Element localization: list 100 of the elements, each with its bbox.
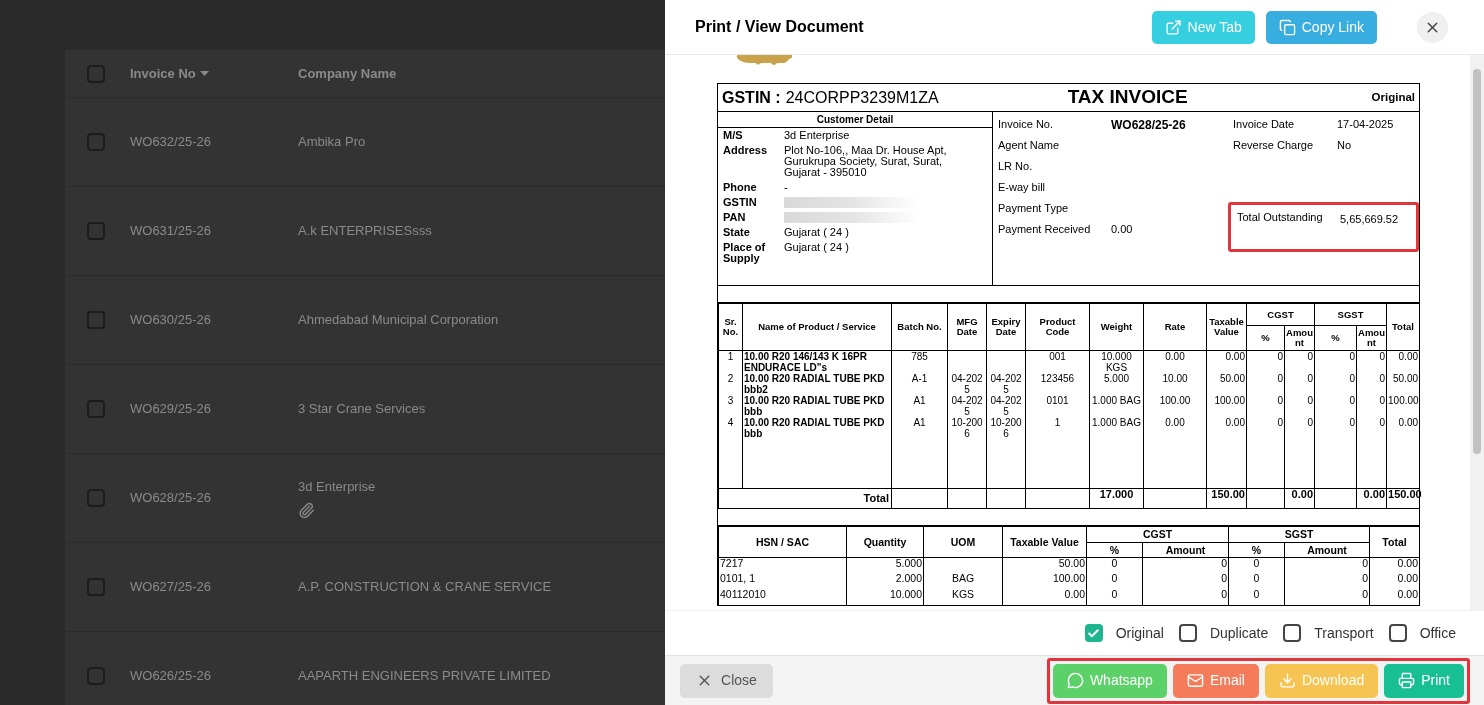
- invoice-number: WO631/25-26: [130, 222, 212, 241]
- table-cell: 0: [1246, 417, 1285, 439]
- column-header: %: [1228, 542, 1285, 557]
- table-cell: 0: [1228, 573, 1285, 589]
- column-header: Amount: [1142, 542, 1229, 557]
- table-cell: 40112010: [718, 589, 847, 605]
- column-header: MFG Date: [947, 303, 987, 351]
- column-header: Name of Product / Service: [742, 303, 892, 351]
- table-cell: 04-2025: [986, 373, 1026, 395]
- print-icon: [1398, 672, 1416, 689]
- mail-icon: [1186, 672, 1204, 689]
- field-label: GSTIN: [723, 197, 758, 208]
- table-cell: A1: [891, 417, 948, 439]
- checkbox-label[interactable]: Original: [1115, 622, 1164, 644]
- close-button[interactable]: Close: [680, 663, 773, 698]
- table-cell: 0: [1356, 395, 1387, 417]
- column-header: Product Code: [1025, 303, 1090, 351]
- checkbox-label[interactable]: Office: [1419, 622, 1456, 644]
- field-value: Gujarat ( 24 ): [784, 242, 850, 255]
- checkbox-label[interactable]: Duplicate: [1209, 622, 1269, 644]
- field-value: Plot No-106,, Maa Dr. House Apt, Gurukrupa Society, Surat, Surat, Gujarat - 395010: [784, 145, 948, 178]
- checkbox[interactable]: [1084, 624, 1103, 642]
- checkbox[interactable]: [1283, 624, 1302, 642]
- table-cell: 1: [1025, 417, 1090, 439]
- table-cell: 50.00: [1002, 557, 1087, 573]
- field-value: WO628/25-26: [1111, 117, 1186, 134]
- column-header: Rate: [1143, 303, 1207, 351]
- table-cell: KGS: [923, 589, 1003, 605]
- table-cell: 0.00: [1284, 488, 1315, 508]
- table-cell: 0: [1086, 557, 1143, 573]
- checkbox[interactable]: [1178, 624, 1197, 642]
- table-cell: 5.000: [1089, 373, 1144, 395]
- table-cell: 785: [891, 350, 948, 373]
- column-header: SGST: [1228, 526, 1370, 542]
- company-name: AAPARTH ENGINEERS PRIVATE LIMITED: [298, 667, 551, 686]
- column-header: Weight: [1089, 303, 1144, 351]
- table-cell: 50.00: [1386, 373, 1420, 395]
- company-name: 3d Enterprise: [298, 477, 376, 496]
- new-tab-button[interactable]: New Tab: [1151, 10, 1255, 44]
- checkbox-label[interactable]: Transport: [1314, 622, 1374, 644]
- field-value: No: [1337, 138, 1352, 153]
- field-label: State: [723, 227, 751, 238]
- table-cell: 0.00: [1143, 350, 1207, 373]
- copy-link-button[interactable]: Copy Link: [1265, 10, 1377, 44]
- email-button[interactable]: Email: [1172, 663, 1259, 698]
- table-cell: 100.00: [1386, 395, 1420, 417]
- section-heading: Customer Detail: [718, 112, 992, 128]
- field-label: Phone: [723, 182, 758, 193]
- table-cell: 0: [1142, 557, 1229, 573]
- field-label: Invoice No.: [998, 117, 1055, 132]
- column-header: UOM: [923, 526, 1003, 557]
- column-header: Total: [1369, 526, 1420, 557]
- table-cell: 150.00: [1206, 488, 1247, 508]
- table-cell: 0: [1228, 589, 1285, 605]
- table-cell: 0.00: [1143, 417, 1207, 439]
- field-label: Total Outstanding: [1237, 211, 1324, 225]
- table-cell: 10.000: [846, 589, 924, 605]
- print-button[interactable]: Print: [1384, 663, 1464, 698]
- table-cell: 1.000 BAG: [1089, 395, 1144, 417]
- table-cell: 0: [1356, 417, 1387, 439]
- invoice-number: WO627/25-26: [130, 578, 212, 597]
- table-cell: 10.000 KGS: [1089, 350, 1144, 373]
- close-button[interactable]: [1417, 11, 1448, 43]
- checkbox[interactable]: [1388, 624, 1407, 642]
- table-cell: 17.000: [1089, 488, 1144, 508]
- table-cell: 0.00: [1002, 589, 1087, 605]
- table-cell: 1.000 BAG: [1089, 417, 1144, 439]
- field-label: M/S: [723, 130, 744, 141]
- column-header: Taxable Value: [1206, 303, 1247, 351]
- copy-icon: [1278, 18, 1296, 36]
- table-cell: Total: [718, 488, 892, 508]
- column-header: HSN / SAC: [718, 526, 847, 557]
- table-cell: 10.00 R20 RADIAL TUBE PKD bbb: [742, 395, 892, 417]
- table-cell: 10-2006: [947, 417, 987, 439]
- table-cell: 0: [1142, 589, 1229, 605]
- document-title: TAX INVOICE: [1067, 85, 1188, 110]
- table-cell: 4: [718, 417, 743, 439]
- column-header[interactable]: Invoice No: [130, 63, 196, 84]
- table-cell: BAG: [923, 573, 1003, 589]
- table-cell: 0101, 1: [718, 573, 847, 589]
- table-cell: 0: [1314, 373, 1357, 395]
- scrollbar[interactable]: [1470, 55, 1484, 610]
- logo-icon: [737, 55, 792, 65]
- table-cell: 0101: [1025, 395, 1090, 417]
- table-cell: 0: [1228, 557, 1285, 573]
- table-cell: 0.00: [1206, 350, 1247, 373]
- table-cell: 0: [1246, 373, 1285, 395]
- whatsapp-button[interactable]: Whatsapp: [1052, 663, 1167, 698]
- check-icon: [1087, 626, 1101, 640]
- table-cell: 0.00: [1206, 417, 1247, 439]
- table-cell: 0.00: [1369, 589, 1420, 605]
- column-header[interactable]: Company Name: [298, 63, 397, 84]
- table-cell: 100.00: [1002, 573, 1087, 589]
- copy-label: Original: [1371, 89, 1415, 105]
- table-cell: 0.00: [1356, 488, 1387, 508]
- table-cell: 0.00: [1386, 417, 1420, 439]
- table-cell: 001: [1025, 350, 1090, 373]
- attachment-icon[interactable]: [298, 502, 315, 520]
- table-cell: 0: [1284, 417, 1315, 439]
- table-cell: 0: [1284, 350, 1315, 373]
